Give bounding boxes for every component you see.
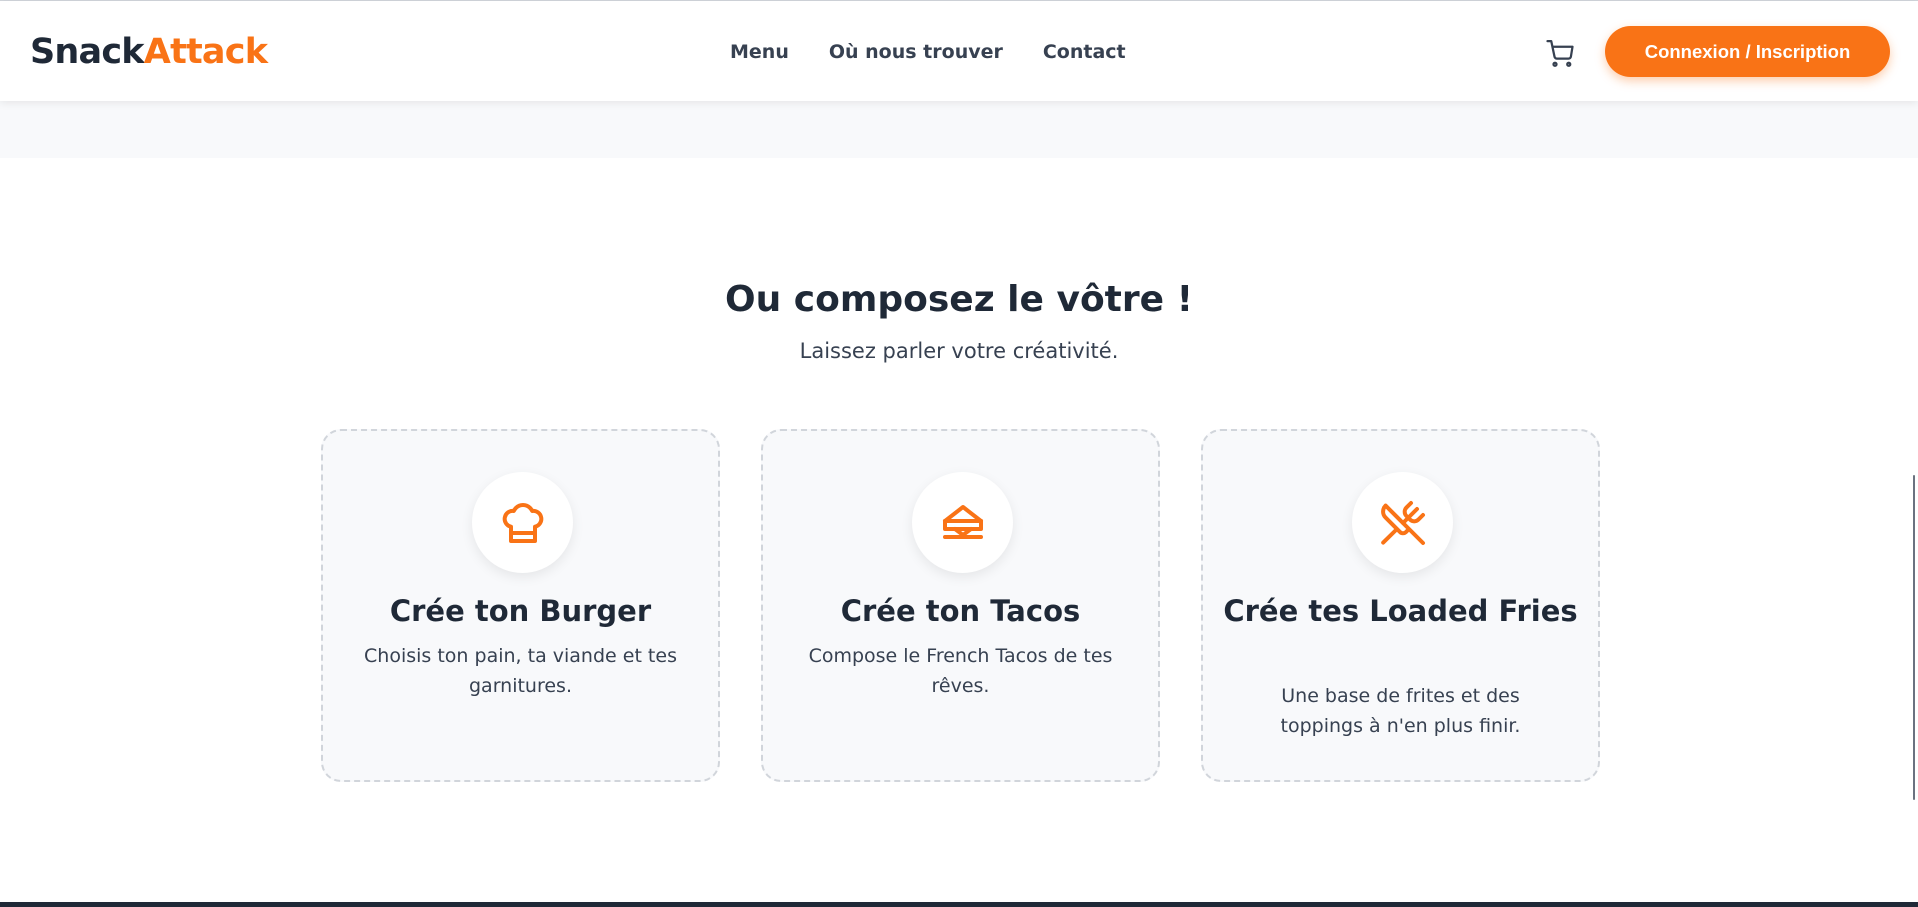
create-loaded-fries-card[interactable]: Crée tes Loaded Fries Une base de frites… (1201, 429, 1600, 782)
scrollbar[interactable] (1913, 475, 1915, 800)
logo[interactable]: SnackAttack (30, 32, 268, 72)
create-burger-card[interactable]: Crée ton Burger Choisis ton pain, ta via… (321, 429, 720, 782)
section-title: Ou composez le vôtre ! (725, 279, 1193, 320)
utensils-crossed-icon (1352, 472, 1453, 573)
previous-section-bottom (0, 101, 1918, 158)
logo-attack: Attack (143, 32, 268, 72)
nav-contact-link[interactable]: Contact (1043, 40, 1126, 64)
section-subtitle: Laissez parler votre créativité. (799, 339, 1119, 363)
create-tacos-card[interactable]: Crée ton Tacos Compose le French Tacos d… (761, 429, 1160, 782)
card-title: Crée tes Loaded Fries (1223, 594, 1578, 628)
nav-location-link[interactable]: Où nous trouver (829, 40, 1003, 64)
nav-menu-link[interactable]: Menu (730, 40, 789, 64)
shopping-cart-icon[interactable] (1545, 38, 1575, 68)
navbar: SnackAttack Menu Où nous trouver Contact… (0, 1, 1918, 101)
card-description: Choisis ton pain, ta viande et tes garni… (364, 645, 677, 697)
sandwich-icon (912, 472, 1013, 573)
logo-snack: Snack (30, 32, 145, 72)
card-title: Crée ton Tacos (840, 594, 1081, 628)
card-description: Une base de frites et des toppings à n'e… (1280, 685, 1521, 737)
footer-top-edge (0, 902, 1918, 907)
login-signup-button[interactable]: Connexion / Inscription (1605, 26, 1890, 77)
card-title: Crée ton Burger (389, 594, 652, 628)
chef-hat-icon (472, 472, 573, 573)
card-description: Compose le French Tacos de tes rêves. (808, 645, 1113, 697)
main-nav: Menu Où nous trouver Contact (730, 40, 1126, 64)
